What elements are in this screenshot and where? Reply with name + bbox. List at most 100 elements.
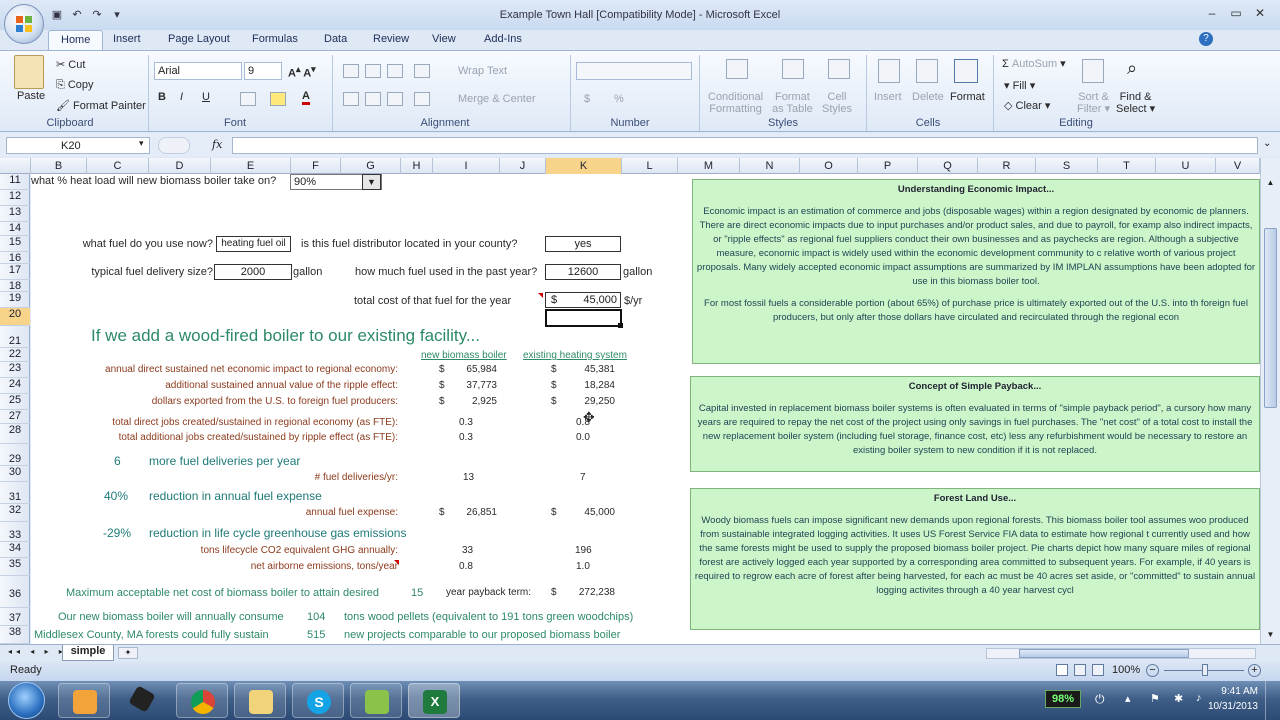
insert-cells-button[interactable]: Insert <box>874 91 902 103</box>
start-orb-icon[interactable] <box>8 682 45 719</box>
row-header[interactable]: 28 <box>0 424 30 444</box>
distributor-local-field[interactable]: yes <box>545 236 621 252</box>
wrap-text-button[interactable]: Wrap Text <box>458 65 507 77</box>
show-desktop-button[interactable] <box>1265 681 1280 720</box>
column-header[interactable]: H <box>401 158 433 174</box>
taskbar-app[interactable] <box>118 683 170 718</box>
scroll-thumb[interactable] <box>1264 228 1277 408</box>
percent-format-icon[interactable]: % <box>614 93 624 105</box>
dropdown-arrow-icon[interactable]: ▼ <box>362 174 381 190</box>
column-header[interactable]: G <box>341 158 401 174</box>
formula-bar-toggle[interactable] <box>158 137 190 154</box>
horizontal-scroll-thumb[interactable] <box>1019 649 1189 658</box>
column-header[interactable]: V <box>1216 158 1260 174</box>
horizontal-scrollbar[interactable] <box>986 648 1256 659</box>
row-header[interactable]: 31 <box>0 482 30 504</box>
decrease-indent-icon[interactable] <box>414 92 430 106</box>
column-header[interactable]: P <box>858 158 918 174</box>
orientation-icon[interactable] <box>414 64 430 78</box>
bold-icon[interactable]: B <box>158 91 166 103</box>
column-header[interactable]: Q <box>918 158 978 174</box>
row-header[interactable]: 21 <box>0 326 30 348</box>
column-header[interactable]: R <box>978 158 1036 174</box>
underline-icon[interactable]: U <box>202 91 210 103</box>
column-header[interactable]: C <box>87 158 149 174</box>
format-cells-button[interactable]: Format <box>950 91 985 103</box>
zoom-level[interactable]: 100% <box>1112 664 1140 676</box>
align-right-icon[interactable] <box>387 92 403 106</box>
column-header[interactable]: L <box>622 158 678 174</box>
conditional-formatting-icon[interactable] <box>726 59 748 79</box>
row-header[interactable]: 27 <box>0 410 30 424</box>
delivery-size-field[interactable]: 2000 <box>214 264 292 280</box>
row-header[interactable]: 32 <box>0 504 30 522</box>
insert-function-icon[interactable]: fx <box>212 138 222 151</box>
fuel-cost-field[interactable]: $45,000 <box>545 292 621 308</box>
column-header-selected[interactable]: K <box>546 158 622 174</box>
tab-home[interactable]: Home <box>48 30 104 51</box>
fuel-used-field[interactable]: 12600 <box>545 264 621 280</box>
italic-icon[interactable]: I <box>180 91 183 103</box>
column-header[interactable]: S <box>1036 158 1098 174</box>
row-header[interactable]: 24 <box>0 378 30 394</box>
row-header[interactable]: 29 <box>0 444 30 466</box>
autosum-button[interactable]: Σ AutoSum ▾ <box>1002 57 1066 70</box>
delete-cells-icon[interactable] <box>916 59 938 83</box>
battery-indicator[interactable]: 98% <box>1045 690 1081 708</box>
close-icon[interactable]: ✕ <box>1250 4 1270 22</box>
row-header[interactable]: 13 <box>0 206 30 222</box>
column-header[interactable]: O <box>800 158 858 174</box>
tab-review[interactable]: Review <box>373 33 409 45</box>
clipboard-icon[interactable] <box>14 55 44 89</box>
office-button[interactable] <box>4 4 44 44</box>
zoom-out-icon[interactable]: − <box>1146 664 1159 677</box>
currency-format-icon[interactable]: $ <box>584 93 590 105</box>
tab-add-ins[interactable]: Add-Ins <box>484 33 522 45</box>
vertical-scrollbar[interactable]: ▲ ▼ <box>1260 158 1280 644</box>
action-center-flag-icon[interactable]: ⚑ <box>1150 692 1160 705</box>
help-icon[interactable]: ? <box>1199 32 1213 46</box>
align-bottom-icon[interactable] <box>387 64 403 78</box>
align-top-icon[interactable] <box>343 64 359 78</box>
row-header[interactable]: 25 <box>0 394 30 410</box>
font-size-combo[interactable]: 9 <box>244 62 282 80</box>
row-header[interactable]: 19 <box>0 292 30 308</box>
format-painter-button[interactable]: 🖌 Format Painter <box>56 99 146 112</box>
taskbar-app[interactable]: S <box>292 683 344 718</box>
row-header[interactable]: 12 <box>0 190 30 206</box>
page-layout-view-icon[interactable] <box>1074 664 1086 676</box>
find-select-button[interactable]: Find & Select ▾ <box>1116 91 1155 115</box>
borders-icon[interactable] <box>240 92 256 106</box>
align-middle-icon[interactable] <box>365 64 381 78</box>
row-header[interactable]: 23 <box>0 362 30 378</box>
row-header[interactable]: 38 <box>0 626 30 644</box>
row-header[interactable]: 37 <box>0 608 30 626</box>
sort-filter-button[interactable]: Sort & Filter ▾ <box>1077 91 1110 115</box>
row-header[interactable]: 36 <box>0 576 30 608</box>
merge-center-button[interactable]: Merge & Center <box>458 93 536 105</box>
taskbar-app[interactable] <box>58 683 110 718</box>
minimize-icon[interactable]: – <box>1202 4 1222 22</box>
paste-button[interactable]: Paste <box>17 90 45 102</box>
normal-view-icon[interactable] <box>1056 664 1068 676</box>
tray-expand-icon[interactable]: ▴ <box>1125 692 1131 705</box>
insert-sheet-icon[interactable]: ✦ <box>118 647 138 659</box>
taskbar-app[interactable] <box>176 683 228 718</box>
fill-button[interactable]: ▾ Fill ▾ <box>1004 79 1035 92</box>
tab-view[interactable]: View <box>432 33 456 45</box>
cell-styles-icon[interactable] <box>828 59 850 79</box>
row-header-selected[interactable]: 20 <box>0 308 30 326</box>
maximize-icon[interactable]: ▭ <box>1226 4 1246 22</box>
grow-font-icon[interactable]: A▴ A▾ <box>288 64 316 80</box>
column-header[interactable]: E <box>211 158 291 174</box>
zoom-in-icon[interactable]: + <box>1248 664 1261 677</box>
expand-formula-bar-icon[interactable]: ⌄ <box>1263 138 1271 149</box>
name-box-dropdown-icon[interactable]: ▾ <box>139 138 144 149</box>
row-header[interactable]: 34 <box>0 542 30 558</box>
tab-data[interactable]: Data <box>324 33 347 45</box>
delete-cells-button[interactable]: Delete <box>912 91 944 103</box>
row-header[interactable]: 35 <box>0 558 30 576</box>
format-as-table-button[interactable]: Format as Table <box>772 91 813 115</box>
clock-date[interactable]: 10/31/2013 <box>1190 701 1258 712</box>
format-as-table-icon[interactable] <box>782 59 804 79</box>
